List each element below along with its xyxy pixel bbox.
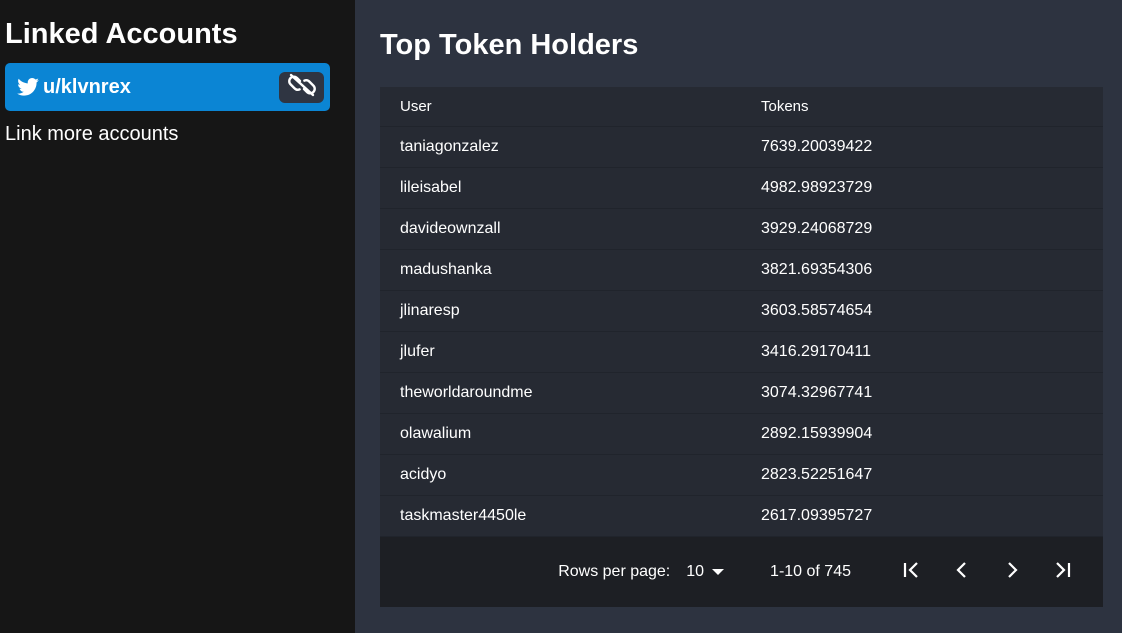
table-row: madushanka 3821.69354306 <box>380 249 1103 291</box>
sidebar-title: Linked Accounts <box>5 18 238 50</box>
sidebar: Linked Accounts u/klvnrex Link more acco… <box>0 0 355 633</box>
table-row: lileisabel 4982.98923729 <box>380 167 1103 209</box>
user-cell: taniagonzalez <box>380 126 741 168</box>
previous-page-button[interactable] <box>937 552 987 592</box>
page-title: Top Token Holders <box>380 29 639 61</box>
rows-per-page-select[interactable]: 10 <box>686 563 725 581</box>
linked-account-button[interactable]: u/klvnrex <box>5 63 330 111</box>
table-row: olawalium 2892.15939904 <box>380 413 1103 455</box>
user-cell: acidyo <box>380 454 741 496</box>
tokens-cell: 3416.29170411 <box>741 331 1103 373</box>
user-cell: theworldaroundme <box>380 372 741 414</box>
unlink-icon <box>287 72 317 103</box>
table-pagination: Rows per page: 10 1-10 of 745 <box>380 537 1103 607</box>
last-page-icon <box>1052 561 1072 584</box>
table-row: jlinaresp 3603.58574654 <box>380 290 1103 332</box>
next-page-button[interactable] <box>987 552 1037 592</box>
table-row: taskmaster4450le 2617.09395727 <box>380 495 1103 537</box>
last-page-button[interactable] <box>1037 552 1087 592</box>
column-header-user[interactable]: User <box>380 87 741 127</box>
caret-down-icon <box>712 569 725 575</box>
user-cell: davideownzall <box>380 208 741 250</box>
tokens-cell: 2617.09395727 <box>741 495 1103 537</box>
tokens-cell: 3074.32967741 <box>741 372 1103 414</box>
user-cell: madushanka <box>380 249 741 291</box>
link-more-accounts-link[interactable]: Link more accounts <box>5 123 355 146</box>
rows-per-page-value: 10 <box>686 563 705 580</box>
table-row: acidyo 2823.52251647 <box>380 454 1103 496</box>
first-page-icon <box>902 561 922 584</box>
tokens-cell: 7639.20039422 <box>741 126 1103 168</box>
twitter-icon <box>17 78 39 96</box>
first-page-button[interactable] <box>887 552 937 592</box>
tokens-cell: 4982.98923729 <box>741 167 1103 209</box>
main-panel: Top Token Holders User Tokens taniagonza… <box>355 0 1122 633</box>
account-name: u/klvnrex <box>43 75 131 98</box>
unlink-button[interactable] <box>279 72 324 103</box>
user-cell: lileisabel <box>380 167 741 209</box>
user-cell: jlufer <box>380 331 741 373</box>
column-header-tokens[interactable]: Tokens <box>741 87 1103 127</box>
tokens-cell: 3603.58574654 <box>741 290 1103 332</box>
token-holders-table: User Tokens taniagonzalez 7639.20039422 l… <box>380 87 1103 607</box>
table-row: theworldaroundme 3074.32967741 <box>380 372 1103 414</box>
tokens-cell: 2892.15939904 <box>741 413 1103 455</box>
pagination-range: 1-10 of 745 <box>770 563 851 580</box>
tokens-cell: 2823.52251647 <box>741 454 1103 496</box>
chevron-right-icon <box>1005 561 1019 584</box>
user-cell: olawalium <box>380 413 741 455</box>
tokens-cell: 3821.69354306 <box>741 249 1103 291</box>
user-cell: taskmaster4450le <box>380 495 741 537</box>
table-row: jlufer 3416.29170411 <box>380 331 1103 373</box>
table-header-row: User Tokens <box>380 87 1103 127</box>
table-row: taniagonzalez 7639.20039422 <box>380 126 1103 168</box>
chevron-left-icon <box>955 561 969 584</box>
tokens-cell: 3929.24068729 <box>741 208 1103 250</box>
rows-per-page-label: Rows per page: <box>558 563 671 580</box>
table-row: davideownzall 3929.24068729 <box>380 208 1103 250</box>
user-cell: jlinaresp <box>380 290 741 332</box>
